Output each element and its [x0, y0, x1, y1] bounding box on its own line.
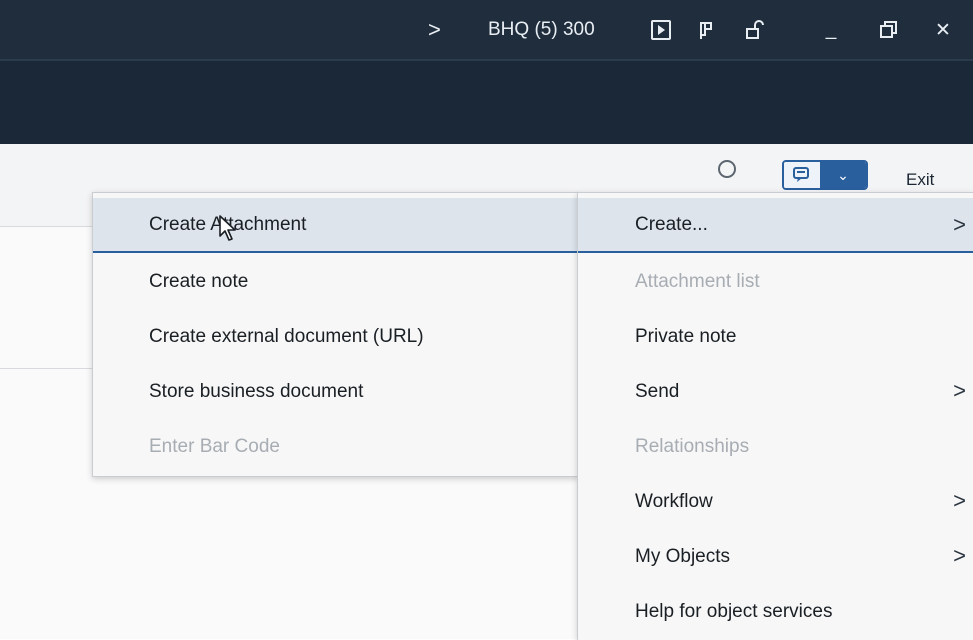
exit-button[interactable]: Exit: [906, 170, 934, 190]
menu-item-private-note[interactable]: Private note: [578, 309, 973, 364]
customize-icon[interactable]: [694, 14, 720, 46]
chevron-right-icon: >: [953, 378, 966, 403]
menu-item-store-business-document[interactable]: Store business document: [93, 364, 578, 419]
header-bar: [0, 61, 973, 144]
menu-item-create-attachment[interactable]: Create Attachment: [93, 198, 578, 253]
menu-item-relationships: Relationships: [578, 419, 973, 474]
chevron-right-icon: >: [953, 488, 966, 513]
services-for-object-button[interactable]: ⌄: [782, 160, 868, 190]
menu-item-send[interactable]: Send >: [578, 364, 973, 419]
menu-item-create-external-document[interactable]: Create external document (URL): [93, 309, 578, 364]
close-icon[interactable]: ✕: [930, 14, 956, 46]
menu-item-create-note[interactable]: Create note: [93, 254, 578, 309]
create-submenu: Create Attachment Create note Create ext…: [92, 192, 579, 477]
menu-item-label: Create...: [635, 213, 708, 235]
unlock-icon[interactable]: [742, 14, 768, 46]
menu-item-label: My Objects: [635, 545, 731, 567]
menu-item-create[interactable]: Create... >: [578, 198, 973, 253]
minimize-icon[interactable]: _: [818, 14, 844, 46]
search-icon[interactable]: [718, 160, 736, 178]
restore-icon[interactable]: [876, 14, 902, 46]
menu-item-label: Send: [635, 380, 680, 402]
menu-item-label: Relationships: [635, 435, 750, 457]
menu-item-label: Help for object services: [635, 600, 833, 622]
mouse-cursor-icon: [219, 215, 236, 241]
menu-item-label: Private note: [635, 325, 737, 347]
chevron-right-icon: >: [953, 212, 966, 237]
menu-item-label: Create note: [149, 270, 249, 292]
menu-item-label: Store business document: [149, 380, 364, 402]
services-for-object-icon: [784, 162, 820, 188]
chevron-down-icon[interactable]: ⌄: [820, 162, 866, 188]
menu-item-label: Workflow: [635, 490, 713, 512]
play-box-icon[interactable]: [648, 14, 674, 46]
window-title-bar: > BHQ (5) 300 _ ✕: [0, 0, 973, 60]
services-for-object-menu: Create... > Attachment list Private note…: [577, 192, 973, 640]
menu-item-workflow[interactable]: Workflow >: [578, 474, 973, 529]
menu-item-my-objects[interactable]: My Objects >: [578, 529, 973, 584]
menu-item-enter-bar-code: Enter Bar Code: [93, 419, 578, 474]
menu-item-label: Enter Bar Code: [149, 435, 280, 457]
expand-chevron-icon[interactable]: >: [428, 14, 441, 46]
content-divider: [0, 368, 92, 369]
menu-item-label: Attachment list: [635, 270, 760, 292]
menu-item-help-for-object-services[interactable]: Help for object services: [578, 584, 973, 639]
chevron-right-icon: >: [953, 543, 966, 568]
menu-item-attachment-list: Attachment list: [578, 254, 973, 309]
system-id-label: BHQ (5) 300: [488, 19, 595, 40]
menu-item-label: Create external document (URL): [149, 325, 424, 347]
